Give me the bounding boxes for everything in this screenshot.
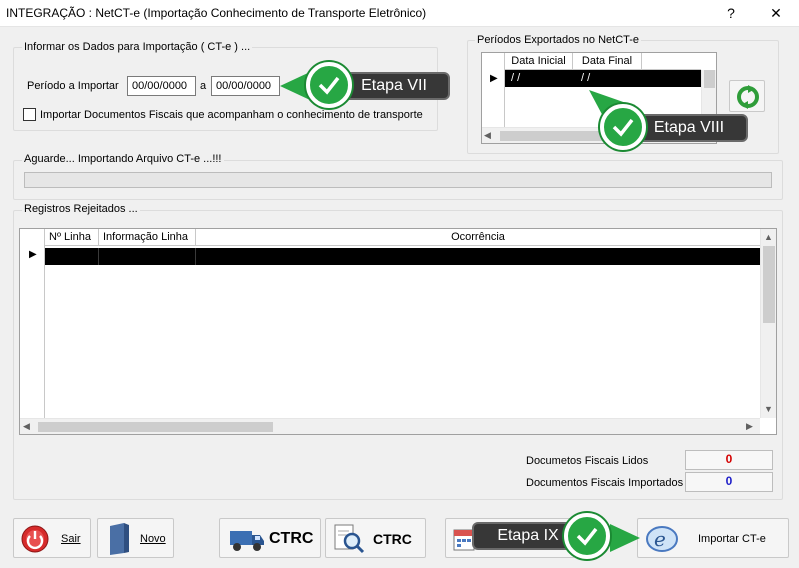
- column-data-final[interactable]: Data Final: [573, 53, 642, 70]
- rejected-vscroll[interactable]: ▲ ▼: [760, 229, 776, 418]
- rejected-hscroll[interactable]: ◀ ▶: [20, 418, 760, 434]
- check-icon: [600, 104, 646, 150]
- import-progress-bar: [24, 172, 772, 188]
- periods-row-indicator: ▶: [482, 53, 505, 127]
- novo-label: Novo: [140, 533, 166, 545]
- sair-label: Sair: [61, 533, 81, 545]
- progress-label: Aguarde... Importando Arquivo CT-e ...!!…: [22, 153, 224, 165]
- docs-importados-value: 0: [685, 472, 773, 492]
- docs-lidos-label: Documetos Fiscais Lidos: [526, 455, 649, 467]
- close-button[interactable]: ✕: [753, 0, 799, 27]
- callout-arrow-9: [610, 522, 644, 554]
- help-button[interactable]: ?: [708, 0, 754, 27]
- check-icon: [564, 513, 610, 559]
- check-icon: [306, 62, 352, 108]
- rejected-vscroll-thumb[interactable]: [763, 246, 775, 323]
- rejected-row-indicator: ▶: [20, 229, 45, 418]
- scroll-up-icon[interactable]: ▲: [764, 232, 773, 242]
- truck-icon: [230, 531, 264, 551]
- scroll-down-icon[interactable]: ▼: [764, 404, 773, 414]
- fiscal-docs-label: Importar Documentos Fiscais que acompanh…: [40, 109, 423, 121]
- importar-cte-label: Importar CT-e: [698, 533, 766, 545]
- periods-vscroll-thumb[interactable]: [704, 70, 715, 88]
- refresh-button[interactable]: [729, 80, 765, 112]
- import-group-legend: Informar os Dados para Importação ( CT-e…: [22, 41, 253, 53]
- import-icon: e: [646, 526, 678, 552]
- fiscal-docs-checkbox[interactable]: [23, 108, 36, 121]
- rejected-hscroll-thumb[interactable]: [38, 422, 273, 432]
- periods-row[interactable]: / / / /: [505, 70, 701, 87]
- row-pointer-icon: ▶: [490, 73, 498, 84]
- ctrc-label-1: CTRC: [269, 530, 314, 547]
- scroll-left-icon[interactable]: ◀: [23, 421, 30, 432]
- ctrc-label-2: CTRC: [373, 531, 412, 547]
- date-separator: a: [200, 80, 207, 92]
- search-document-icon: [334, 524, 365, 554]
- cell-data-inicial: / /: [511, 72, 521, 84]
- power-icon: [21, 525, 49, 553]
- date-to-input[interactable]: [211, 76, 280, 96]
- ctrc-button-2[interactable]: CTRC: [325, 518, 426, 558]
- scroll-right-icon[interactable]: ▶: [746, 421, 753, 432]
- cell-data-final: / /: [581, 72, 591, 84]
- docs-importados-label: Documentos Fiscais Importados: [526, 477, 684, 489]
- row-pointer-icon: ▶: [29, 249, 37, 260]
- title-bar: INTEGRAÇÃO : NetCT-e (Importação Conheci…: [0, 0, 799, 27]
- period-label: Período a Importar: [27, 80, 119, 92]
- column-informacao-linha[interactable]: Informação Linha: [99, 229, 196, 246]
- docs-lidos-value: 0: [685, 450, 773, 470]
- etapa-viii-callout: Etapa VIII: [630, 114, 748, 142]
- rejected-group-legend: Registros Rejeitados ...: [22, 203, 140, 215]
- column-data-inicial[interactable]: Data Inicial: [505, 53, 573, 70]
- sair-button[interactable]: Sair: [13, 518, 91, 558]
- refresh-icon: [737, 85, 759, 109]
- row-divider: [98, 248, 99, 265]
- column-ocorrencia[interactable]: Ocorrência: [196, 229, 760, 246]
- rejected-grid: ▶ Nº Linha Informação Linha Ocorrência ▲…: [19, 228, 777, 435]
- document-icon: [110, 523, 129, 555]
- ctrc-button-1[interactable]: CTRC: [219, 518, 321, 558]
- periods-header: Data Inicial Data Final: [505, 53, 701, 70]
- periods-group-legend: Períodos Exportados no NetCT-e: [475, 34, 642, 46]
- scroll-left-icon[interactable]: ◀: [484, 130, 491, 141]
- svg-text:e: e: [654, 527, 666, 551]
- rejected-row[interactable]: [45, 248, 760, 265]
- date-from-input[interactable]: [127, 76, 196, 96]
- importar-cte-button[interactable]: e Importar CT-e: [637, 518, 789, 558]
- column-numero-linha[interactable]: Nº Linha: [45, 229, 99, 246]
- window-title: INTEGRAÇÃO : NetCT-e (Importação Conheci…: [6, 6, 427, 20]
- novo-button[interactable]: Novo: [97, 518, 174, 558]
- rejected-header: Nº Linha Informação Linha Ocorrência: [45, 229, 760, 246]
- etapa-vii-callout: Etapa VII: [338, 72, 450, 100]
- row-divider: [195, 248, 196, 265]
